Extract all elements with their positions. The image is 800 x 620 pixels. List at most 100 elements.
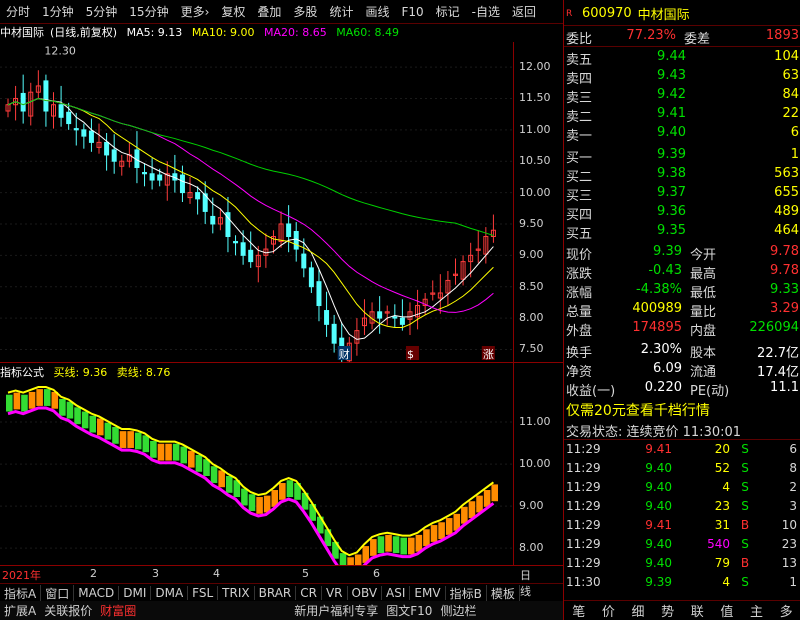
asks-row[interactable]: 卖二 9.41 22 bbox=[564, 106, 800, 125]
toolbar-item[interactable]: 统计 bbox=[323, 3, 359, 20]
indicator-tab[interactable]: 指标A bbox=[0, 584, 42, 602]
date-tick: 5 bbox=[302, 567, 309, 580]
tick-row: 11:29 9.40 23 S 3 bbox=[564, 499, 800, 517]
indicator-tab[interactable]: TRIX bbox=[218, 586, 255, 600]
right-tab[interactable]: 联 bbox=[683, 601, 713, 620]
toolbar-item[interactable]: 返回 bbox=[506, 3, 542, 20]
stock-code: 600970 bbox=[582, 6, 632, 21]
candle-body bbox=[20, 92, 26, 112]
right-tab[interactable]: 主 bbox=[742, 601, 772, 620]
toolbar-item[interactable]: 叠加 bbox=[251, 3, 287, 20]
asks-row[interactable]: 卖五 9.44 104 bbox=[564, 49, 800, 68]
bids-label: 买三 bbox=[566, 189, 593, 204]
bottom-link[interactable]: 新用户福利专享 bbox=[290, 602, 382, 619]
bottom-link[interactable]: 图文F10 bbox=[382, 602, 436, 619]
weicha-value: 1893 bbox=[765, 28, 799, 43]
tick-volume: 79 bbox=[714, 556, 730, 570]
tick-count: 13 bbox=[781, 556, 797, 570]
asks-row[interactable]: 卖三 9.42 84 bbox=[564, 87, 800, 106]
bottom-link[interactable]: 扩展A bbox=[0, 602, 40, 619]
indicator-tab[interactable]: EMV bbox=[410, 586, 446, 600]
candle-body bbox=[233, 241, 239, 244]
bids-volume: 1 bbox=[790, 147, 799, 162]
bottom-link[interactable]: 关联报价 bbox=[40, 602, 96, 619]
indicator-tab[interactable]: MACD bbox=[74, 586, 120, 600]
bottom-link[interactable]: 侧边栏 bbox=[436, 602, 480, 619]
indicator-tab[interactable]: BRAR bbox=[255, 586, 297, 600]
quote-value: -0.43 bbox=[648, 263, 682, 278]
stats-value: 11.1 bbox=[770, 380, 799, 395]
asks-price: 9.41 bbox=[657, 106, 686, 121]
quote-row: 涨跌 -0.43 最高 9.78 bbox=[564, 263, 800, 282]
indicator-tab[interactable]: VR bbox=[322, 586, 348, 600]
indicator-tick: 8.00 bbox=[519, 541, 544, 555]
right-tab[interactable]: 值 bbox=[712, 601, 742, 620]
indicator-tab[interactable]: DMI bbox=[119, 586, 152, 600]
toolbar-item[interactable]: 画线 bbox=[359, 3, 395, 20]
right-tab[interactable]: 细 bbox=[623, 601, 653, 620]
stats-label: PE(动) bbox=[690, 384, 730, 399]
quote-label: 最高 bbox=[690, 267, 717, 282]
right-tab[interactable]: 价 bbox=[594, 601, 624, 620]
tick-row: 11:29 9.40 52 S 8 bbox=[564, 461, 800, 479]
indicator-tab[interactable]: CR bbox=[296, 586, 322, 600]
toolbar-item[interactable]: 5分钟 bbox=[80, 3, 124, 20]
tick-time: 11:29 bbox=[566, 480, 601, 494]
indicator-tab[interactable]: DMA bbox=[151, 586, 189, 600]
toolbar-item[interactable]: F10 bbox=[395, 5, 429, 19]
chart-stock-name: 中材国际 bbox=[0, 26, 44, 39]
indicator-tab[interactable]: ASI bbox=[382, 586, 411, 600]
indicator-tab[interactable]: 窗口 bbox=[41, 584, 75, 602]
asks-row[interactable]: 卖四 9.43 63 bbox=[564, 68, 800, 87]
tick-volume: 4 bbox=[722, 575, 730, 589]
bids-row[interactable]: 买五 9.35 464 bbox=[564, 223, 800, 242]
stats-value: 6.09 bbox=[653, 361, 682, 376]
indicator-bar bbox=[279, 483, 286, 500]
indicator-bar bbox=[286, 480, 294, 498]
indicator-tab[interactable]: OBV bbox=[348, 586, 383, 600]
date-tick: 2 bbox=[90, 567, 97, 580]
tick-time: 11:29 bbox=[566, 499, 601, 513]
indicator-bar bbox=[150, 440, 157, 458]
indicator-tab[interactable]: FSL bbox=[188, 586, 219, 600]
indicator-bar bbox=[66, 401, 74, 419]
indicator-tab[interactable]: 模板 bbox=[487, 584, 520, 602]
indicator-tab[interactable]: 指标B bbox=[446, 584, 487, 602]
bids-row[interactable]: 买三 9.37 655 bbox=[564, 185, 800, 204]
candle-body bbox=[43, 80, 49, 112]
indicator-chart[interactable] bbox=[0, 380, 513, 565]
indicator-bar bbox=[74, 407, 81, 425]
tick-time: 11:30 bbox=[566, 575, 601, 589]
toolbar-item[interactable]: 分时 bbox=[0, 3, 36, 20]
toolbar-item[interactable]: -自选 bbox=[466, 3, 506, 20]
stats-label: 换手 bbox=[566, 346, 593, 361]
right-tab[interactable]: 势 bbox=[653, 601, 683, 620]
toolbar-item[interactable]: 1分钟 bbox=[36, 3, 80, 20]
tick-time: 11:29 bbox=[566, 537, 601, 551]
bids-row[interactable]: 买一 9.39 1 bbox=[564, 147, 800, 166]
bottom-link[interactable]: 财富圈 bbox=[96, 602, 140, 619]
candle-body bbox=[149, 173, 155, 181]
right-tab[interactable]: 多 bbox=[771, 601, 800, 620]
date-tick: 3 bbox=[152, 567, 159, 580]
indicator-bar bbox=[241, 488, 248, 506]
indicator-bar bbox=[483, 490, 491, 507]
toolbar-item[interactable]: 更多› bbox=[175, 3, 216, 20]
bids-row[interactable]: 买二 9.38 563 bbox=[564, 166, 800, 185]
toolbar-item[interactable]: 标记 bbox=[430, 3, 466, 20]
toolbar-item[interactable]: 15分钟 bbox=[123, 3, 174, 20]
toolbar-item[interactable]: 复权 bbox=[215, 3, 251, 20]
right-tab[interactable]: 笔 bbox=[564, 601, 594, 620]
price-tick: 11.00 bbox=[519, 122, 551, 136]
tick-side: B bbox=[740, 518, 750, 532]
kline-chart[interactable]: 12.307.15财$涨 bbox=[0, 42, 513, 362]
candle-body bbox=[104, 141, 110, 156]
quote-value: 3.29 bbox=[770, 301, 799, 316]
tick-count: 2 bbox=[789, 480, 797, 494]
asks-row[interactable]: 卖一 9.40 6 bbox=[564, 125, 800, 144]
toolbar-item[interactable]: 多股 bbox=[287, 3, 323, 20]
bids-row[interactable]: 买四 9.36 489 bbox=[564, 204, 800, 223]
quote-row: 涨幅 -4.38% 最低 9.33 bbox=[564, 282, 800, 301]
promo-link[interactable]: 仅需20元查看千档行情 bbox=[566, 400, 710, 420]
date-axis: 2021年 2 3 4 5 6 日线 bbox=[0, 567, 531, 598]
